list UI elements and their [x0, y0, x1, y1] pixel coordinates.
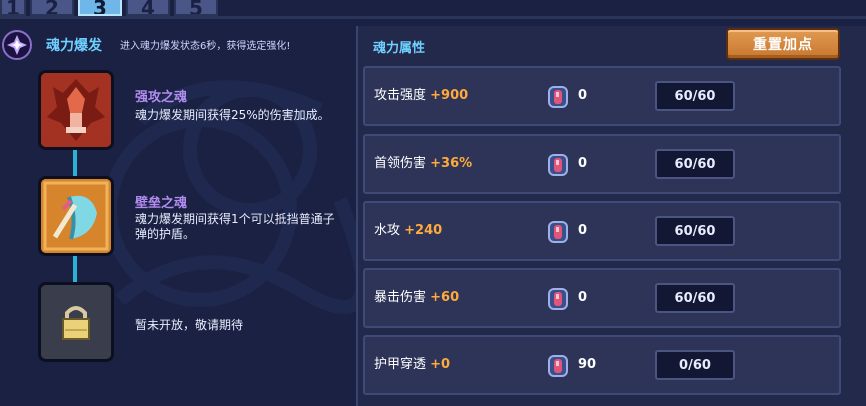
- flame-knight-icon: [41, 73, 111, 147]
- attribute-level-button[interactable]: 60/60: [655, 149, 735, 179]
- soul-connector: [73, 150, 77, 178]
- attribute-label: 暴击伤害 +60: [374, 270, 459, 326]
- attribute-level-button[interactable]: 0/60: [655, 350, 735, 380]
- burst-title: 魂力爆发: [46, 38, 102, 54]
- attribute-name: 水攻: [374, 223, 401, 238]
- tab-3[interactable]: 3: [78, 0, 122, 16]
- attribute-name: 暴击伤害: [374, 290, 427, 305]
- tab-2[interactable]: 2: [30, 0, 74, 16]
- burst-header: 魂力爆发 进入魂力爆发状态6秒，获得选定强化!: [0, 26, 350, 64]
- tab-4[interactable]: 4: [126, 0, 170, 16]
- attribute-gem-count: 90: [578, 357, 597, 372]
- soul-card-attack[interactable]: [38, 70, 114, 150]
- attribute-label: 水攻 +240: [374, 203, 442, 259]
- attributes-title: 魂力属性: [373, 41, 426, 56]
- soul-card-bulwark[interactable]: [38, 176, 114, 256]
- attribute-gem-count: 0: [578, 223, 588, 238]
- soul-desc-locked: 暂未开放，敬请期待: [135, 318, 244, 332]
- soul-name-attack: 强攻之魂: [135, 90, 188, 105]
- attribute-row: 水攻 +240 0 60/60: [363, 201, 841, 261]
- attribute-gem-count: 0: [578, 290, 588, 305]
- attribute-label: 护甲穿透 +0: [374, 337, 450, 393]
- reset-points-button[interactable]: 重置加点: [726, 28, 840, 60]
- attribute-label: 攻击强度 +900: [374, 68, 468, 124]
- soul-burst-icon: [2, 30, 32, 60]
- soul-name-bulwark: 壁垒之魂: [135, 196, 188, 211]
- attribute-gem-count: 0: [578, 156, 588, 171]
- soul-gem-icon: [548, 154, 568, 176]
- page-tabs: 1 2 3 4 5: [0, 0, 218, 16]
- attribute-row: 暴击伤害 +60 0 60/60: [363, 268, 841, 328]
- attribute-bonus: +0: [430, 357, 451, 372]
- attribute-name: 护甲穿透: [374, 357, 427, 372]
- tab-5[interactable]: 5: [174, 0, 218, 16]
- attribute-level-button[interactable]: 60/60: [655, 81, 735, 111]
- soul-card-locked: [38, 282, 114, 362]
- attribute-level-button[interactable]: 60/60: [655, 216, 735, 246]
- lock-icon: [41, 285, 111, 359]
- attribute-gem-count: 0: [578, 88, 588, 103]
- soul-gem-icon: [548, 355, 568, 377]
- attribute-row: 攻击强度 +900 0 60/60: [363, 66, 841, 126]
- attribute-row: 护甲穿透 +0 90 0/60: [363, 335, 841, 395]
- attribute-bonus: +900: [430, 88, 469, 103]
- attribute-bonus: +60: [430, 290, 460, 305]
- soul-desc-bulwark: 魂力爆发期间获得1个可以抵挡普通子弹的护盾。: [135, 212, 335, 241]
- burst-description: 进入魂力爆发状态6秒，获得选定强化!: [120, 41, 291, 52]
- shield-icon: [41, 179, 111, 253]
- soul-desc-attack: 魂力爆发期间获得25%的伤害加成。: [135, 108, 330, 122]
- soul-gem-icon: [548, 288, 568, 310]
- attribute-row: 首领伤害 +36% 0 60/60: [363, 134, 841, 194]
- attribute-level-button[interactable]: 60/60: [655, 283, 735, 313]
- attribute-label: 首领伤害 +36%: [374, 136, 472, 192]
- soul-connector: [73, 256, 77, 284]
- soul-gem-icon: [548, 86, 568, 108]
- attribute-name: 攻击强度: [374, 88, 427, 103]
- soul-gem-icon: [548, 221, 568, 243]
- attribute-name: 首领伤害: [374, 156, 427, 171]
- attribute-bonus: +36%: [430, 156, 473, 171]
- tab-divider: [0, 16, 866, 19]
- attribute-bonus: +240: [404, 223, 443, 238]
- tab-1[interactable]: 1: [0, 0, 26, 16]
